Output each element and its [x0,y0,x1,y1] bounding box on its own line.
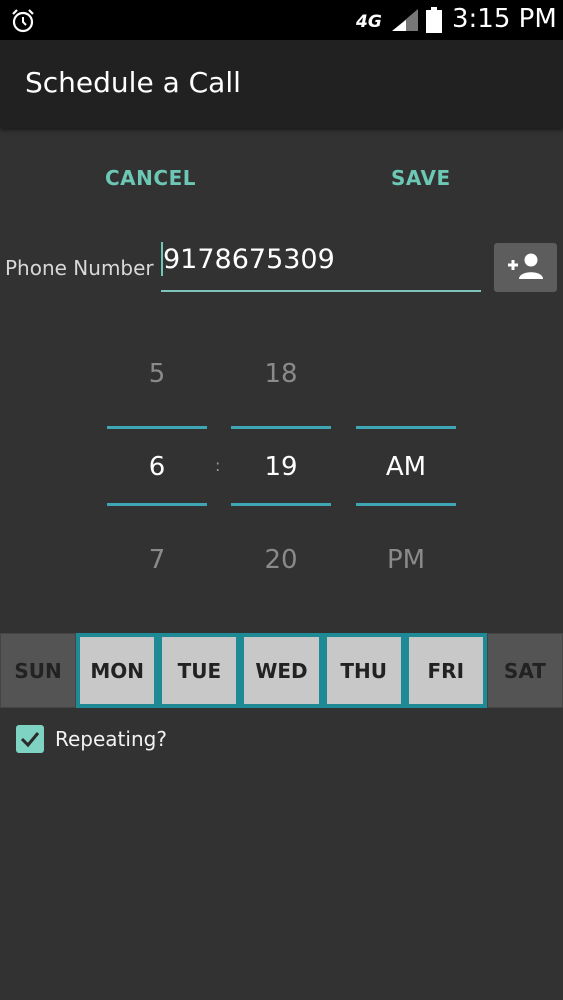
network-type: 4G [356,12,382,32]
save-button[interactable]: SAVE [391,166,451,190]
day-toggle-mon[interactable]: MON [76,633,159,708]
picker-divider [231,503,331,506]
day-toggle-tue[interactable]: TUE [158,633,241,708]
day-selector: SUN MON TUE WED THU FRI SAT [0,633,563,708]
picker-divider [356,503,456,506]
alarm-icon [12,9,34,33]
day-toggle-fri[interactable]: FRI [404,633,487,708]
minute-prev[interactable]: 18 [231,359,331,389]
repeating-label: Repeating? [55,727,167,751]
ampm-next[interactable]: PM [356,545,456,575]
day-toggle-sat[interactable]: SAT [486,633,563,708]
minute-selected[interactable]: 19 [231,452,331,482]
hour-next[interactable]: 7 [107,545,207,575]
repeating-checkbox[interactable] [16,725,44,753]
cancel-button[interactable]: CANCEL [105,166,196,190]
time-separator: : [215,456,221,475]
hour-prev[interactable]: 5 [107,359,207,389]
phone-number-input[interactable]: 9178675309 [161,238,481,292]
picker-divider [107,503,207,506]
hour-selected[interactable]: 6 [107,452,207,482]
phone-number-value: 9178675309 [163,244,335,275]
ampm-selected[interactable]: AM [356,452,456,482]
picker-divider [107,426,207,429]
day-toggle-wed[interactable]: WED [240,633,323,708]
signal-icon [392,9,418,31]
status-bar: 4G 3:15 PM [0,0,563,40]
check-icon [20,732,40,748]
phone-number-label: Phone Number [5,256,154,280]
minute-next[interactable]: 20 [231,545,331,575]
app-bar: Schedule a Call [0,40,563,128]
day-toggle-thu[interactable]: THU [322,633,405,708]
day-toggle-sun[interactable]: SUN [0,633,77,708]
page-title: Schedule a Call [25,66,241,99]
add-contact-button[interactable] [494,243,557,292]
battery-icon [426,7,442,33]
status-time: 3:15 PM [452,4,557,34]
picker-divider [231,426,331,429]
add-contact-icon [508,253,543,279]
picker-divider [356,426,456,429]
